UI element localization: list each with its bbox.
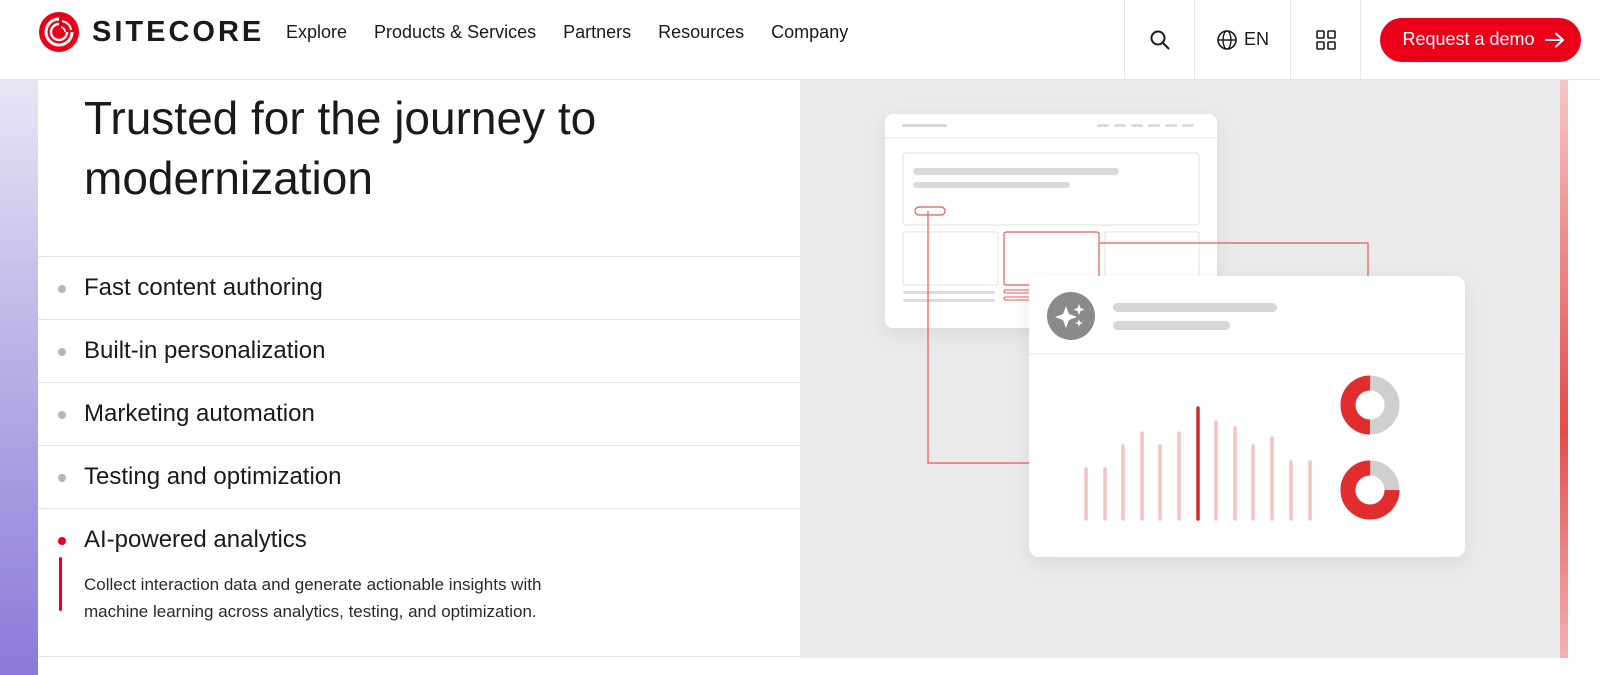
main-nav: Explore Products & Services Partners Res… (286, 19, 875, 45)
active-indicator (59, 557, 62, 611)
mockup-hero-line (913, 168, 1119, 175)
mockup-logo-bar (902, 124, 947, 127)
search-button[interactable] (1124, 0, 1194, 79)
active-bullet-icon (58, 537, 66, 545)
mockup-caption (903, 299, 995, 302)
header-tools: EN Request a demo (1124, 0, 1600, 79)
card-title-bar (1113, 303, 1277, 312)
language-label: EN (1243, 29, 1269, 49)
feature-item-marketing-automation[interactable]: Marketing automation (38, 382, 800, 445)
brand-name: SITECORE (92, 15, 265, 48)
feature-label: Fast content authoring (84, 274, 323, 301)
illustration-panel (800, 80, 1560, 658)
nav-company[interactable]: Company (771, 19, 848, 45)
mockup-caption (903, 291, 995, 294)
search-icon (1150, 30, 1169, 49)
bullet-icon (58, 285, 66, 293)
nav-products-services[interactable]: Products & Services (374, 19, 536, 45)
feature-item-built-in-personalization[interactable]: Built-in personalization (38, 319, 800, 382)
mockup-hero-line (913, 182, 1070, 188)
page-title: Trusted for the journey to modernization (84, 92, 597, 204)
mockup-hero-button (914, 206, 946, 216)
grid-icon (1315, 29, 1336, 50)
analytics-illustration (885, 114, 1465, 557)
feature-label: Testing and optimization (84, 463, 342, 490)
decorative-rail (0, 80, 38, 675)
feature-label: Marketing automation (84, 400, 315, 427)
request-demo-button[interactable]: Request a demo (1380, 17, 1581, 62)
mockup-hero (902, 152, 1200, 226)
cta-container: Request a demo (1360, 0, 1600, 79)
feature-description: Collect interaction data and generate ac… (84, 575, 542, 621)
request-demo-label: Request a demo (1402, 29, 1535, 49)
nav-partners[interactable]: Partners (563, 19, 631, 45)
language-selector[interactable]: EN (1194, 0, 1290, 79)
divider (38, 656, 800, 657)
feature-label: Built-in personalization (84, 337, 326, 364)
feature-list: Fast content authoring Built-in personal… (38, 256, 800, 660)
bullet-icon (58, 348, 66, 356)
card-subtitle-bar (1113, 321, 1230, 330)
feature-panel: Trusted for the journey to modernization… (38, 80, 800, 675)
feature-item-testing-optimization[interactable]: Testing and optimization (38, 445, 800, 508)
feature-item-fast-content-authoring[interactable]: Fast content authoring (38, 256, 800, 319)
bullet-icon (58, 474, 66, 482)
globe-icon (1217, 29, 1237, 50)
sitecore-logo[interactable]: SITECORE (38, 11, 264, 53)
nav-explore[interactable]: Explore (286, 19, 347, 45)
decorative-edge (1560, 80, 1568, 658)
sitecore-logo-icon (39, 12, 79, 52)
bullet-icon (58, 411, 66, 419)
arrow-right-icon (1544, 32, 1564, 47)
feature-label: AI-powered analytics (84, 526, 307, 553)
feature-item-ai-powered-analytics[interactable]: AI-powered analytics Collect interaction… (38, 508, 800, 660)
site-header: SITECORE Explore Products & Services Par… (0, 0, 1600, 80)
nav-resources[interactable]: Resources (658, 19, 744, 45)
apps-button[interactable] (1290, 0, 1360, 79)
mockup-tile (902, 231, 999, 286)
